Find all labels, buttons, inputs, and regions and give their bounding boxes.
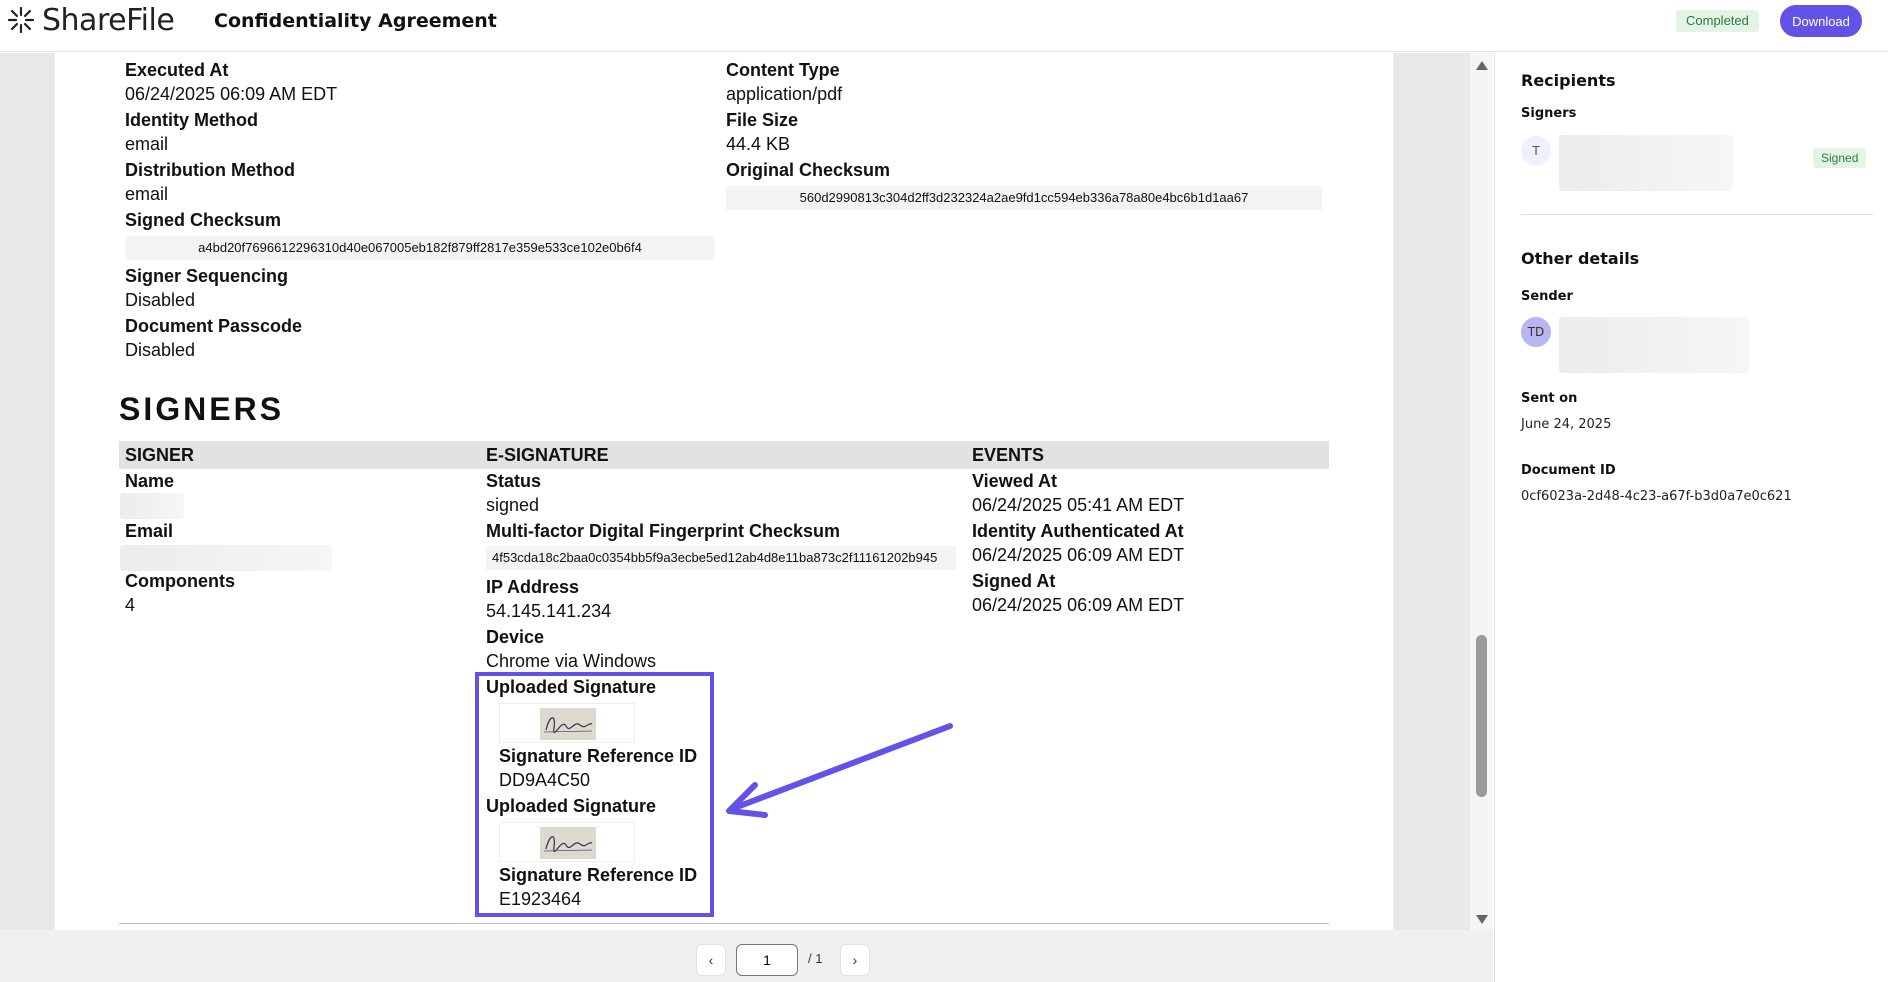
scroll-up-arrow-icon[interactable] xyxy=(1476,61,1488,70)
column-header-events: EVENTS xyxy=(972,445,1045,465)
sent-on-label: Sent on xyxy=(1521,391,1578,406)
document-passcode-label: Document Passcode xyxy=(125,316,303,336)
file-size-value: 44.4 KB xyxy=(726,134,791,154)
identity-method-label: Identity Method xyxy=(125,110,258,130)
signer-sequencing-value: Disabled xyxy=(125,290,196,310)
fingerprint-label: Multi-factor Digital Fingerprint Checksu… xyxy=(486,521,841,541)
vertical-scrollbar[interactable] xyxy=(1470,53,1493,930)
status-value: signed xyxy=(486,495,540,515)
components-label: Components xyxy=(125,571,235,591)
recipients-title: Recipients xyxy=(1521,71,1616,90)
redacted-sender-info xyxy=(1559,317,1749,373)
viewed-at-value: 06/24/2025 05:41 AM EDT xyxy=(972,495,1185,515)
sender-label: Sender xyxy=(1521,289,1573,304)
device-label: Device xyxy=(486,627,545,647)
document-id-label: Document ID xyxy=(1521,463,1616,478)
distribution-method-value: email xyxy=(125,184,169,204)
original-checksum-value: 560d2990813c304d2ff3d232324a2ae9fd1cc594… xyxy=(726,186,1322,210)
components-value: 4 xyxy=(125,595,136,615)
signed-checksum-value: a4bd20f7696612296310d40e067005eb182f879f… xyxy=(125,236,715,260)
column-header-signer: SIGNER xyxy=(125,445,195,465)
sent-on-value: June 24, 2025 xyxy=(1521,417,1612,432)
executed-at-value: 06/24/2025 06:09 AM EDT xyxy=(125,84,338,104)
signers-section-title: SIGNERS xyxy=(119,391,285,427)
ip-address-label: IP Address xyxy=(486,577,580,597)
redacted-signer-email xyxy=(120,545,332,571)
document-id-value: 0cf6023a-2d48-4c23-a67f-b3d0a7e0c621 xyxy=(1521,489,1792,504)
viewed-at-label: Viewed At xyxy=(972,471,1058,491)
executed-at-label: Executed At xyxy=(125,60,229,80)
other-details-title: Other details xyxy=(1521,249,1640,268)
signed-at-label: Signed At xyxy=(972,571,1056,591)
signed-at-value: 06/24/2025 06:09 AM EDT xyxy=(972,595,1185,615)
download-button[interactable]: Download xyxy=(1780,5,1862,37)
annotation-arrow-icon xyxy=(726,723,953,818)
identity-authenticated-label: Identity Authenticated At xyxy=(972,521,1184,541)
next-page-button[interactable]: › xyxy=(840,944,870,976)
page-total: / 1 xyxy=(808,951,823,966)
redacted-signer-name xyxy=(120,493,184,519)
content-type-value: application/pdf xyxy=(726,84,843,104)
document-page: Executed At 06/24/2025 06:09 AM EDT Iden… xyxy=(55,53,1393,930)
table-bottom-rule xyxy=(119,923,1329,924)
annotation-highlight-box xyxy=(475,672,714,917)
sharefile-logo[interactable]: ShareFile xyxy=(6,2,175,38)
signer-status-badge: Signed xyxy=(1813,148,1867,168)
status-label: Status xyxy=(486,471,542,491)
signers-label: Signers xyxy=(1521,106,1577,121)
top-bar: ShareFile Confidentiality Agreement Comp… xyxy=(0,0,1888,52)
content-type-label: Content Type xyxy=(726,60,840,80)
page-number-input[interactable] xyxy=(736,944,798,976)
original-checksum-label: Original Checksum xyxy=(726,160,891,180)
redacted-signer-info xyxy=(1559,135,1733,191)
signer-email-label: Email xyxy=(125,521,174,541)
scroll-down-arrow-icon[interactable] xyxy=(1476,915,1488,924)
distribution-method-label: Distribution Method xyxy=(125,160,295,180)
previous-page-button[interactable]: ‹ xyxy=(696,944,726,976)
details-panel: Recipients Signers T Signed Other detail… xyxy=(1494,53,1888,982)
signer-sequencing-label: Signer Sequencing xyxy=(125,266,289,286)
signers-table-header: SIGNER E-SIGNATURE EVENTS xyxy=(119,441,1329,469)
document-passcode-value: Disabled xyxy=(125,340,196,360)
brand-name: ShareFile xyxy=(42,2,175,38)
scrollbar-thumb[interactable] xyxy=(1476,635,1487,797)
signed-checksum-label: Signed Checksum xyxy=(125,210,282,230)
fingerprint-value: 4f53cda18c2baa0c0354bb5f9a3ecbe5ed12ab4d… xyxy=(486,546,956,570)
sender-avatar: TD xyxy=(1521,317,1551,347)
document-title: Confidentiality Agreement xyxy=(214,10,497,32)
signer-name-label: Name xyxy=(125,471,175,491)
device-value: Chrome via Windows xyxy=(486,651,657,671)
panel-divider xyxy=(1521,214,1873,215)
ip-address-value: 54.145.141.234 xyxy=(486,601,612,621)
status-badge: Completed xyxy=(1676,10,1759,32)
identity-method-value: email xyxy=(125,134,169,154)
column-header-esignature: E-SIGNATURE xyxy=(486,445,609,465)
signer-avatar: T xyxy=(1521,136,1551,166)
document-viewer[interactable]: Executed At 06/24/2025 06:09 AM EDT Iden… xyxy=(0,53,1493,930)
file-size-label: File Size xyxy=(726,110,799,130)
page-navigation: ‹ / 1 › xyxy=(0,930,1493,982)
identity-authenticated-value: 06/24/2025 06:09 AM EDT xyxy=(972,545,1185,565)
sharefile-logo-icon xyxy=(7,6,35,34)
